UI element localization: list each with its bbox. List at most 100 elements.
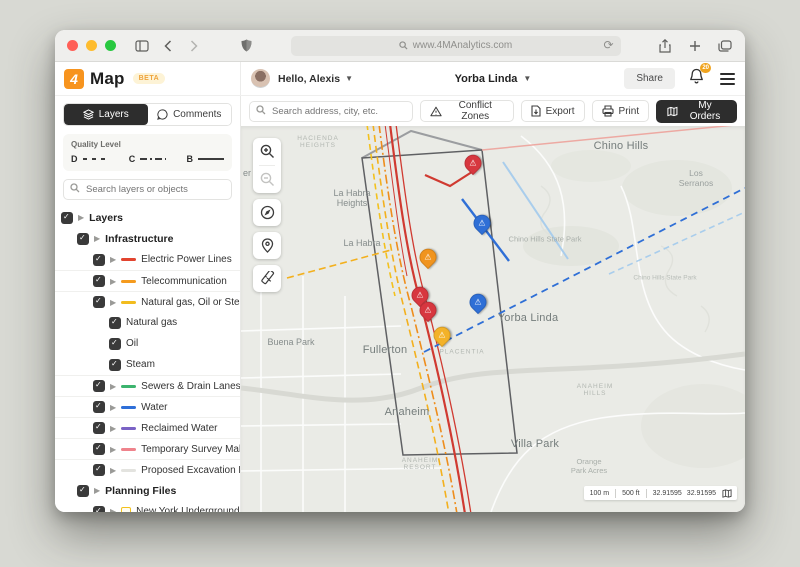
map-toolbar: Conflict Zones Export Print My Orders [241, 96, 745, 126]
layer-row[interactable]: ▶ Layers [55, 207, 240, 228]
layer-color-swatch [121, 448, 136, 451]
toolbar-button-label: Conflict Zones [447, 100, 504, 122]
sidebar-tabs: Layers Comments [63, 103, 232, 126]
share-page-icon[interactable] [657, 38, 673, 54]
toolbar-button-label: Print [619, 106, 640, 117]
layer-checkbox[interactable] [93, 296, 105, 308]
chevron-right-icon[interactable]: ▶ [110, 424, 116, 433]
layer-checkbox[interactable] [61, 212, 73, 224]
layer-search-input[interactable] [63, 179, 232, 200]
layer-row[interactable]: ▶ Reclaimed Water [55, 417, 240, 438]
layer-row[interactable]: ▶ Planning Files [55, 480, 240, 501]
close-window-button[interactable] [67, 40, 78, 51]
reload-icon[interactable]: ⟳ [603, 38, 613, 52]
layer-row[interactable]: ▶ Sewers & Drain Lanes [55, 375, 240, 396]
warning-icon: ⚠ [413, 288, 428, 303]
layer-row[interactable]: Natural gas [55, 312, 240, 333]
toolbar-button[interactable]: Conflict Zones [420, 100, 514, 122]
toolbar-button[interactable]: Export [521, 100, 585, 122]
atlas-icon[interactable] [722, 489, 737, 498]
toolbar-button-icon [430, 106, 442, 117]
layer-row[interactable]: ▶ Electric Power Lines [55, 249, 240, 270]
tab-overview-icon[interactable] [717, 38, 733, 54]
layer-checkbox[interactable] [93, 275, 105, 287]
layer-row[interactable]: Oil [55, 333, 240, 354]
layer-checkbox[interactable] [93, 422, 105, 434]
layer-label: Water [141, 402, 167, 413]
layers-icon [83, 109, 94, 120]
layer-checkbox[interactable] [93, 443, 105, 455]
chevron-right-icon[interactable]: ▶ [94, 486, 100, 495]
chevron-right-icon[interactable]: ▶ [94, 234, 100, 243]
layer-checkbox[interactable] [109, 359, 121, 371]
tab-comments[interactable]: Comments [148, 104, 232, 125]
search-icon [399, 41, 408, 50]
layer-row[interactable]: ▶ Telecommunication [55, 270, 240, 291]
chevron-right-icon[interactable]: ▶ [110, 466, 116, 475]
layer-row[interactable]: ▶ Proposed Excavation Limits [55, 459, 240, 480]
notification-count-badge: 20 [700, 63, 711, 73]
address-bar[interactable]: www.4MAnalytics.com ⟳ [291, 36, 621, 56]
toolbar-button[interactable]: Print [592, 100, 650, 122]
measure-ruler-button[interactable] [253, 265, 281, 292]
quality-level-label: C [129, 154, 136, 164]
search-icon [256, 105, 266, 115]
tab-layers[interactable]: Layers [64, 104, 148, 125]
zoom-window-button[interactable] [105, 40, 116, 51]
quality-level-label: D [71, 154, 78, 164]
sidebar-toggle-icon[interactable] [134, 38, 150, 54]
chevron-right-icon[interactable]: ▶ [110, 403, 116, 412]
location-pin-button[interactable] [253, 232, 281, 259]
layer-checkbox[interactable] [93, 506, 105, 513]
layer-checkbox[interactable] [93, 380, 105, 392]
layer-row[interactable]: ▶ Infrastructure [55, 228, 240, 249]
new-tab-icon[interactable] [687, 38, 703, 54]
url-text: www.4MAnalytics.com [413, 40, 512, 51]
chevron-right-icon[interactable]: ▶ [110, 445, 116, 454]
chevron-right-icon[interactable]: ▶ [110, 507, 116, 512]
layer-checkbox[interactable] [77, 485, 89, 497]
layer-color-swatch [121, 469, 136, 472]
layer-row[interactable]: ▶ Temporary Survey Makings [55, 438, 240, 459]
privacy-shield-icon[interactable] [238, 38, 254, 54]
avatar[interactable] [251, 69, 270, 88]
layer-row[interactable]: Steam [55, 354, 240, 375]
layers-sidebar: Layers Comments Quality Level D [55, 96, 241, 512]
layer-row[interactable]: ▶ New York Underground 01.dxf [55, 501, 240, 512]
chevron-right-icon[interactable]: ▶ [110, 382, 116, 391]
share-button[interactable]: Share [624, 68, 675, 89]
chevron-right-icon[interactable]: ▶ [78, 213, 84, 222]
back-icon[interactable] [160, 38, 176, 54]
quality-level-item: B [187, 154, 225, 164]
user-menu-chevron-down-icon[interactable]: ▼ [345, 74, 353, 83]
layer-label: Natural gas, Oil or Steam [141, 297, 240, 308]
my-orders-button[interactable]: My Orders [656, 100, 737, 123]
quality-level-legend: Quality Level D C B [63, 134, 232, 171]
map-canvas[interactable]: HACIENDA HEIGHTSLa Habra HeightsLa Habra… [241, 126, 745, 512]
layer-row[interactable]: ▶ Water [55, 396, 240, 417]
layer-checkbox[interactable] [93, 254, 105, 266]
explore-globe-button[interactable] [253, 199, 281, 226]
layer-checkbox[interactable] [109, 317, 121, 329]
layer-checkbox[interactable] [93, 464, 105, 476]
menu-hamburger-icon[interactable] [720, 73, 735, 85]
layer-checkbox[interactable] [109, 338, 121, 350]
notifications-bell[interactable]: 20 [689, 68, 704, 89]
chevron-right-icon[interactable]: ▶ [110, 277, 116, 286]
infrastructure-overlay [241, 126, 745, 512]
chevron-right-icon[interactable]: ▶ [110, 255, 116, 264]
location-selector[interactable]: Yorba Linda ▼ [455, 73, 532, 85]
minimize-window-button[interactable] [86, 40, 97, 51]
layer-color-swatch [121, 427, 136, 430]
zoom-in-button[interactable] [253, 138, 281, 165]
layer-checkbox[interactable] [77, 233, 89, 245]
chevron-right-icon[interactable]: ▶ [110, 298, 116, 307]
layer-label: Oil [126, 338, 138, 349]
quality-level-line [83, 158, 109, 160]
layer-checkbox[interactable] [93, 401, 105, 413]
location-chevron-down-icon: ▼ [523, 74, 531, 83]
forward-icon[interactable] [186, 38, 202, 54]
zoom-out-button[interactable] [253, 166, 281, 193]
layer-row[interactable]: ▶ Natural gas, Oil or Steam [55, 291, 240, 312]
address-search-input[interactable] [249, 101, 413, 122]
